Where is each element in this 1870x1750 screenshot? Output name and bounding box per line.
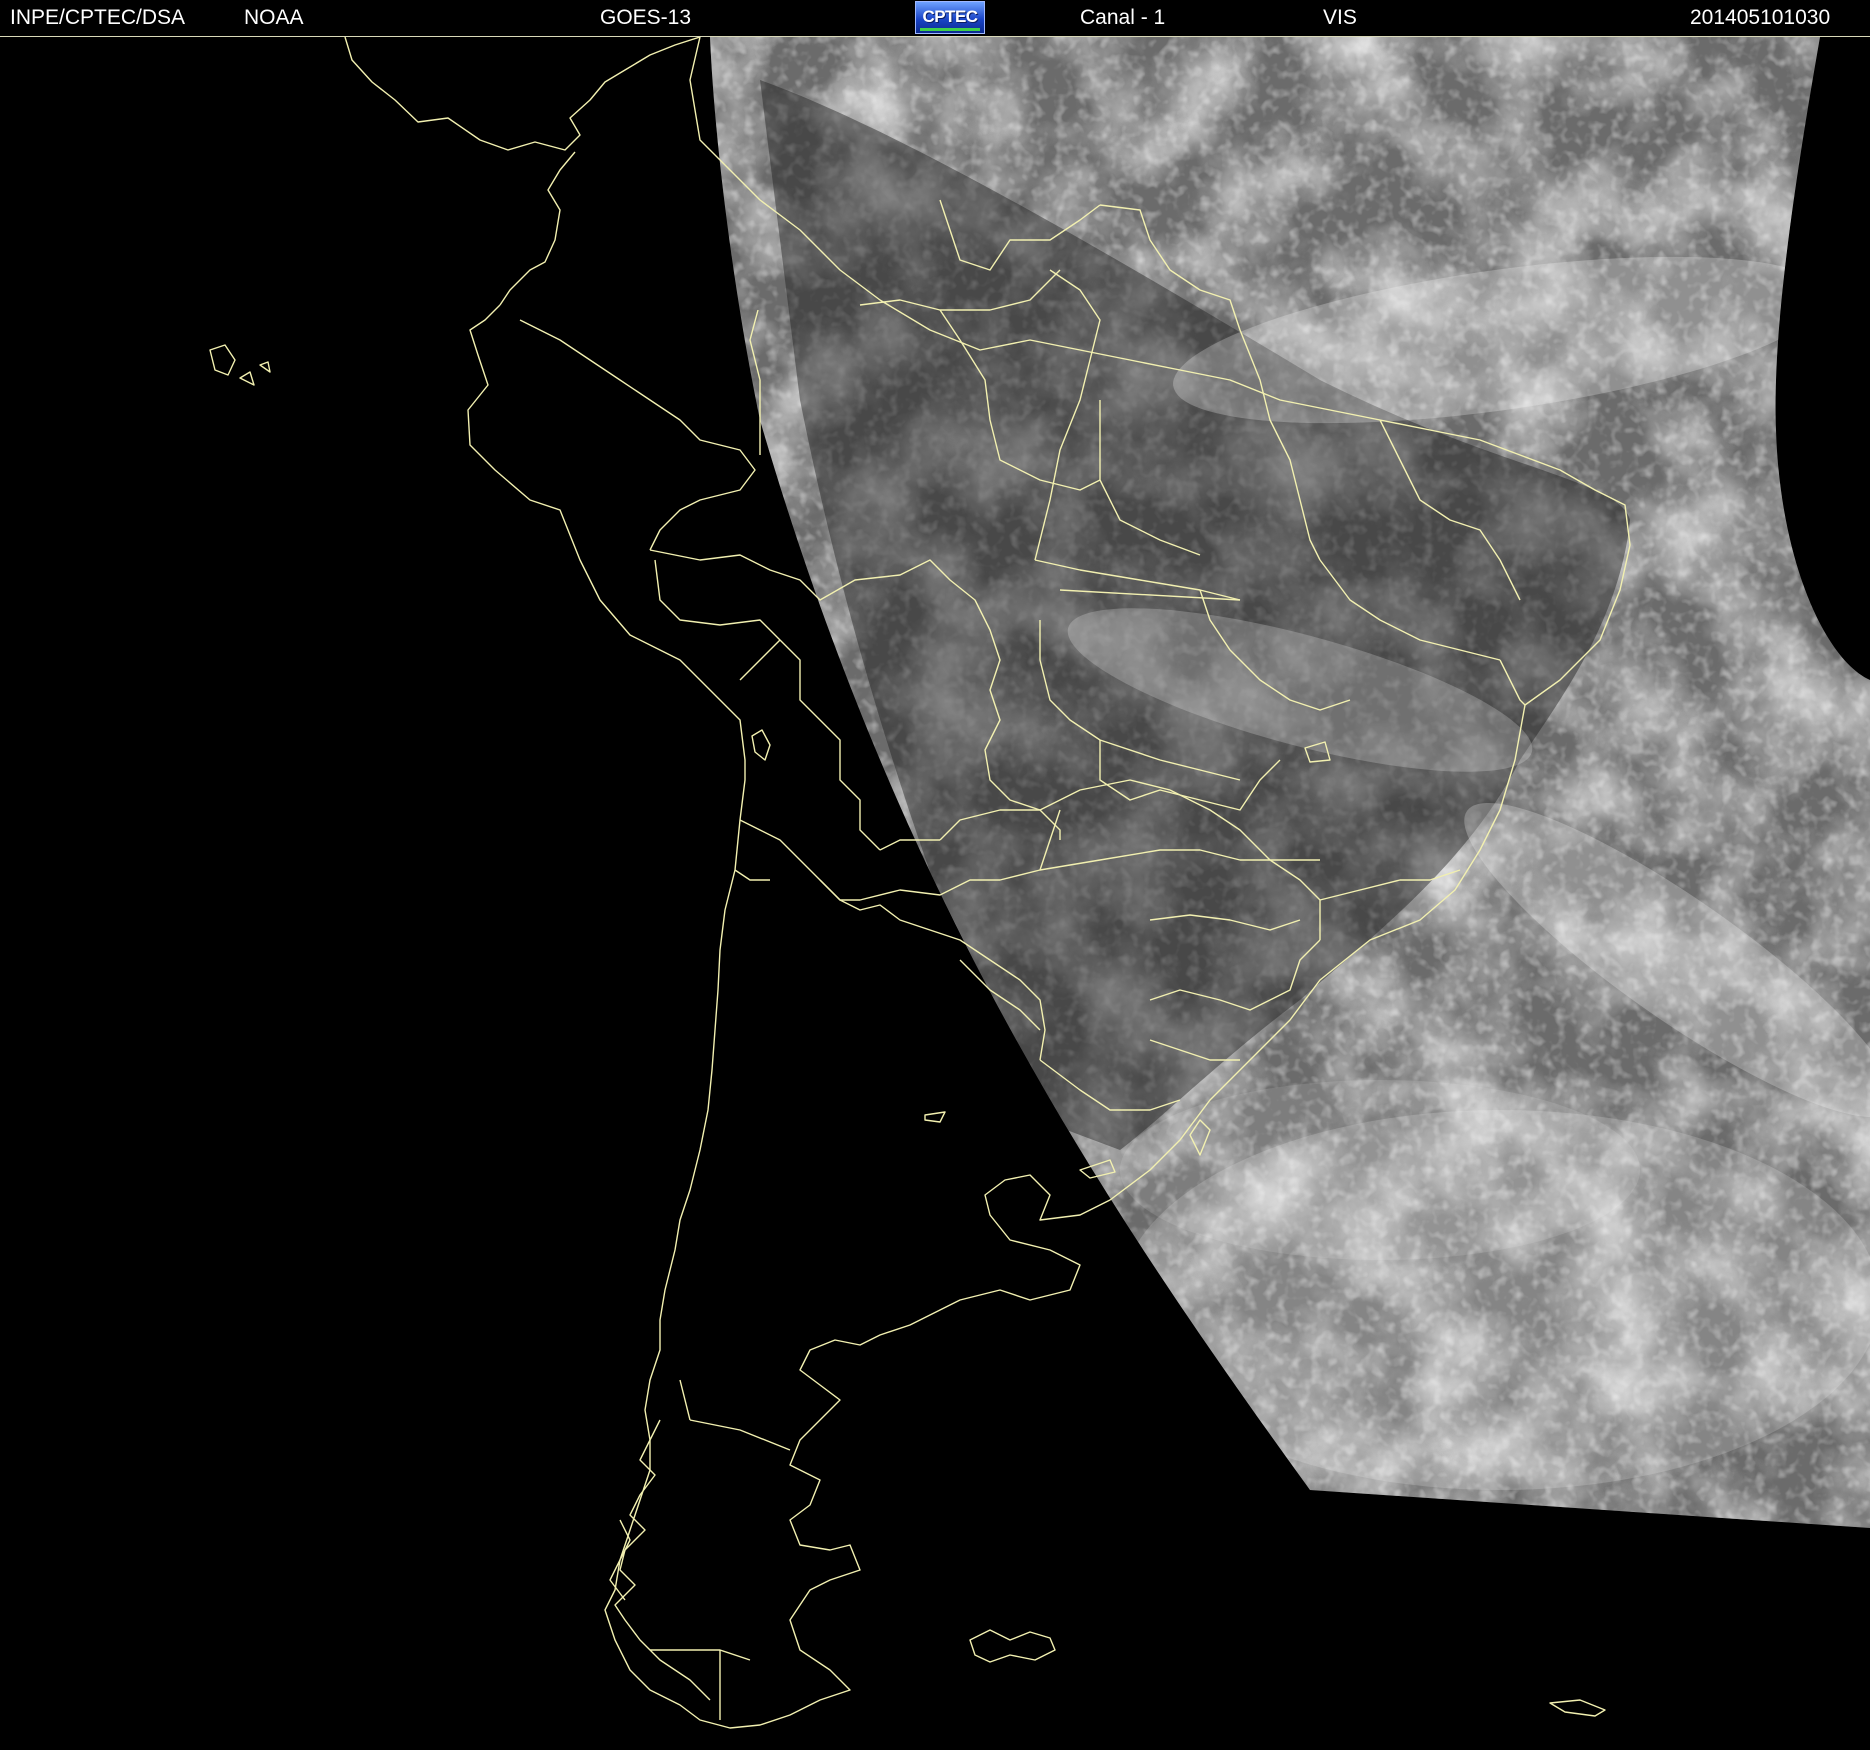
band-label: VIS — [1323, 6, 1357, 29]
timestamp-label: 201405101030 — [1690, 6, 1831, 29]
logo-green-stripe — [920, 28, 980, 31]
channel-label: Canal - 1 — [1080, 6, 1166, 29]
header-bar: INPE/CPTEC/DSA NOAA GOES-13 CPTEC Canal … — [0, 0, 1870, 37]
source-label: INPE/CPTEC/DSA — [10, 6, 186, 29]
cptec-logo: CPTEC — [915, 1, 985, 34]
logo-text: CPTEC — [922, 7, 978, 26]
satellite-label: GOES-13 — [600, 6, 692, 29]
satellite-map — [0, 37, 1870, 1750]
agency-label: NOAA — [244, 6, 304, 29]
